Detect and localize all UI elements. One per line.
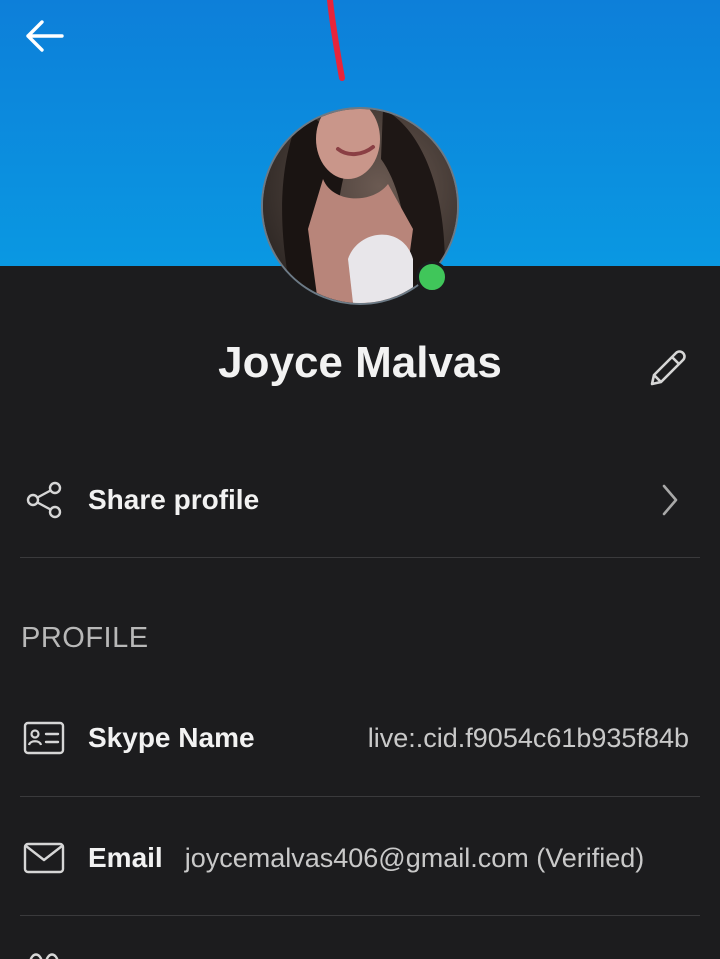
share-profile-row[interactable]: Share profile (20, 470, 700, 530)
profile-avatar[interactable] (261, 107, 459, 305)
email-row[interactable]: Email joycemalvas406@gmail.com (Verified… (20, 832, 700, 884)
back-button[interactable] (18, 14, 70, 58)
email-label: Email (88, 842, 163, 873)
partial-row-icon (29, 953, 59, 959)
online-status-dot (416, 261, 448, 293)
skype-name-value: live:.cid.f9054c61b935f84b (367, 722, 689, 753)
id-card-icon (20, 714, 68, 762)
skype-name-label: Skype Name (88, 722, 255, 753)
divider (20, 796, 700, 797)
annotation-mark (327, 0, 345, 81)
divider (20, 557, 700, 558)
mail-icon (20, 834, 68, 882)
share-icon (20, 476, 68, 524)
email-value: joycemalvas406@gmail.com (Verified) (184, 842, 645, 873)
divider (20, 915, 700, 916)
edit-profile-button[interactable] (640, 342, 696, 394)
pencil-icon (650, 350, 686, 386)
chevron-right-icon (662, 484, 678, 516)
section-title-profile: PROFILE (21, 622, 149, 654)
share-profile-label: Share profile (88, 484, 260, 515)
arrow-left-icon (26, 20, 64, 52)
profile-display-name: Joyce Malvas (218, 338, 502, 387)
skype-name-row[interactable]: Skype Name live:.cid.f9054c61b935f84b (20, 712, 700, 764)
